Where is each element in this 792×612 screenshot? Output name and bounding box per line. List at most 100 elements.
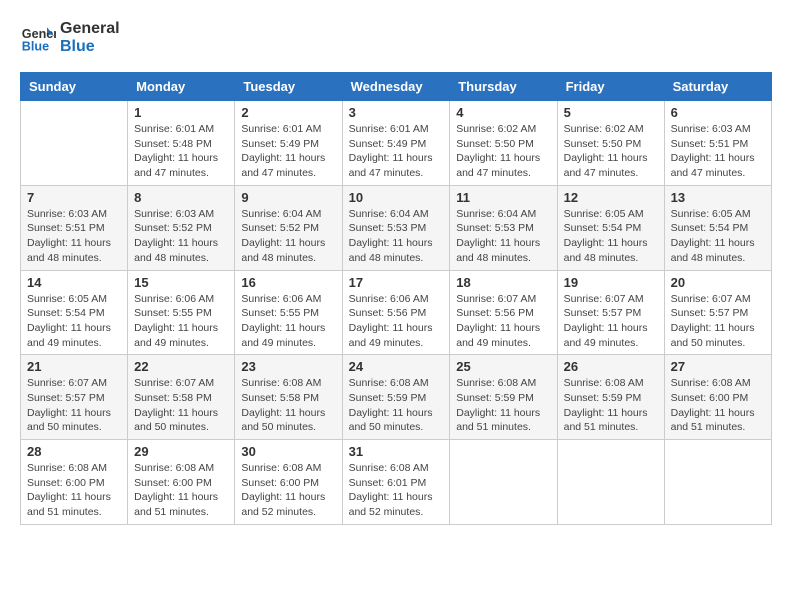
day-number: 5 xyxy=(564,105,658,120)
calendar-cell: 21 Sunrise: 6:07 AMSunset: 5:57 PMDayligh… xyxy=(21,355,128,440)
logo: General Blue General Blue xyxy=(20,20,120,56)
calendar-body: 1Sunrise: 6:01 AMSunset: 5:48 PMDaylight… xyxy=(21,101,772,525)
day-info: Sunrise: 6:08 AMSunset: 6:00 PMDaylight:… xyxy=(27,461,121,520)
calendar-table: SundayMondayTuesdayWednesdayThursdayFrid… xyxy=(20,72,772,525)
day-number: 14 xyxy=(27,275,121,290)
day-info: Sunrise: 6:08 AMSunset: 6:00 PMDaylight:… xyxy=(671,376,765,435)
day-info: Sunrise: 6:03 AMSunset: 5:52 PMDaylight:… xyxy=(134,207,228,266)
calendar-cell xyxy=(557,440,664,525)
svg-text:Blue: Blue xyxy=(22,40,49,54)
logo-icon: General Blue xyxy=(20,20,56,56)
day-info: Sunrise: 6:08 AMSunset: 6:01 PMDaylight:… xyxy=(349,461,444,520)
day-number: 13 xyxy=(671,190,765,205)
day-info: Sunrise: 6:06 AMSunset: 5:56 PMDaylight:… xyxy=(349,292,444,351)
logo-blue: Blue xyxy=(60,38,120,56)
day-number: 18 xyxy=(456,275,550,290)
calendar-cell: 13Sunrise: 6:05 AMSunset: 5:54 PMDayligh… xyxy=(664,185,771,270)
day-info: Sunrise: 6:04 AMSunset: 5:53 PMDaylight:… xyxy=(456,207,550,266)
day-number: 16 xyxy=(241,275,335,290)
calendar-cell: 28 Sunrise: 6:08 AMSunset: 6:00 PMDayligh… xyxy=(21,440,128,525)
calendar-cell: 6 Sunrise: 6:03 AMSunset: 5:51 PMDaylight… xyxy=(664,101,771,186)
day-number: 24 xyxy=(349,359,444,374)
day-number: 4 xyxy=(456,105,550,120)
calendar-cell xyxy=(21,101,128,186)
calendar-cell: 31 Sunrise: 6:08 AMSunset: 6:01 PMDayligh… xyxy=(342,440,450,525)
day-info: Sunrise: 6:06 AMSunset: 5:55 PMDaylight:… xyxy=(134,292,228,351)
day-number: 28 xyxy=(27,444,121,459)
day-info: Sunrise: 6:08 AMSunset: 5:59 PMDaylight:… xyxy=(456,376,550,435)
day-info: Sunrise: 6:01 AMSunset: 5:48 PMDaylight:… xyxy=(134,122,228,181)
day-number: 21 xyxy=(27,359,121,374)
calendar-cell: 5 Sunrise: 6:02 AMSunset: 5:50 PMDaylight… xyxy=(557,101,664,186)
calendar-header-row: SundayMondayTuesdayWednesdayThursdayFrid… xyxy=(21,73,772,101)
day-info: Sunrise: 6:08 AMSunset: 5:59 PMDaylight:… xyxy=(349,376,444,435)
day-of-week-header: Monday xyxy=(128,73,235,101)
day-number: 29 xyxy=(134,444,228,459)
calendar-cell: 20Sunrise: 6:07 AMSunset: 5:57 PMDayligh… xyxy=(664,270,771,355)
calendar-week-row: 28 Sunrise: 6:08 AMSunset: 6:00 PMDayligh… xyxy=(21,440,772,525)
calendar-cell: 4Sunrise: 6:02 AMSunset: 5:50 PMDaylight… xyxy=(450,101,557,186)
calendar-cell: 23Sunrise: 6:08 AMSunset: 5:58 PMDayligh… xyxy=(235,355,342,440)
calendar-week-row: 7 Sunrise: 6:03 AMSunset: 5:51 PMDaylight… xyxy=(21,185,772,270)
day-info: Sunrise: 6:04 AMSunset: 5:53 PMDaylight:… xyxy=(349,207,444,266)
calendar-cell: 8 Sunrise: 6:03 AMSunset: 5:52 PMDaylight… xyxy=(128,185,235,270)
day-info: Sunrise: 6:04 AMSunset: 5:52 PMDaylight:… xyxy=(241,207,335,266)
day-number: 22 xyxy=(134,359,228,374)
day-number: 26 xyxy=(564,359,658,374)
calendar-cell: 12 Sunrise: 6:05 AMSunset: 5:54 PMDayligh… xyxy=(557,185,664,270)
day-info: Sunrise: 6:07 AMSunset: 5:56 PMDaylight:… xyxy=(456,292,550,351)
calendar-cell: 24 Sunrise: 6:08 AMSunset: 5:59 PMDayligh… xyxy=(342,355,450,440)
calendar-cell: 7 Sunrise: 6:03 AMSunset: 5:51 PMDaylight… xyxy=(21,185,128,270)
calendar-cell: 29Sunrise: 6:08 AMSunset: 6:00 PMDayligh… xyxy=(128,440,235,525)
day-number: 19 xyxy=(564,275,658,290)
calendar-cell: 2 Sunrise: 6:01 AMSunset: 5:49 PMDaylight… xyxy=(235,101,342,186)
day-of-week-header: Saturday xyxy=(664,73,771,101)
calendar-cell: 27 Sunrise: 6:08 AMSunset: 6:00 PMDayligh… xyxy=(664,355,771,440)
day-number: 2 xyxy=(241,105,335,120)
day-info: Sunrise: 6:05 AMSunset: 5:54 PMDaylight:… xyxy=(27,292,121,351)
day-info: Sunrise: 6:07 AMSunset: 5:57 PMDaylight:… xyxy=(671,292,765,351)
calendar-cell: 18 Sunrise: 6:07 AMSunset: 5:56 PMDayligh… xyxy=(450,270,557,355)
day-info: Sunrise: 6:03 AMSunset: 5:51 PMDaylight:… xyxy=(27,207,121,266)
calendar-cell: 1Sunrise: 6:01 AMSunset: 5:48 PMDaylight… xyxy=(128,101,235,186)
day-info: Sunrise: 6:03 AMSunset: 5:51 PMDaylight:… xyxy=(671,122,765,181)
calendar-cell xyxy=(664,440,771,525)
day-of-week-header: Tuesday xyxy=(235,73,342,101)
calendar-cell: 11Sunrise: 6:04 AMSunset: 5:53 PMDayligh… xyxy=(450,185,557,270)
day-info: Sunrise: 6:06 AMSunset: 5:55 PMDaylight:… xyxy=(241,292,335,351)
calendar-week-row: 1Sunrise: 6:01 AMSunset: 5:48 PMDaylight… xyxy=(21,101,772,186)
day-of-week-header: Wednesday xyxy=(342,73,450,101)
day-number: 9 xyxy=(241,190,335,205)
day-info: Sunrise: 6:05 AMSunset: 5:54 PMDaylight:… xyxy=(564,207,658,266)
day-info: Sunrise: 6:01 AMSunset: 5:49 PMDaylight:… xyxy=(241,122,335,181)
calendar-cell: 22 Sunrise: 6:07 AMSunset: 5:58 PMDayligh… xyxy=(128,355,235,440)
day-info: Sunrise: 6:07 AMSunset: 5:58 PMDaylight:… xyxy=(134,376,228,435)
day-number: 25 xyxy=(456,359,550,374)
calendar-cell: 3Sunrise: 6:01 AMSunset: 5:49 PMDaylight… xyxy=(342,101,450,186)
day-number: 7 xyxy=(27,190,121,205)
calendar-cell: 10 Sunrise: 6:04 AMSunset: 5:53 PMDayligh… xyxy=(342,185,450,270)
day-info: Sunrise: 6:08 AMSunset: 6:00 PMDaylight:… xyxy=(241,461,335,520)
calendar-cell xyxy=(450,440,557,525)
day-number: 30 xyxy=(241,444,335,459)
day-info: Sunrise: 6:08 AMSunset: 5:58 PMDaylight:… xyxy=(241,376,335,435)
day-of-week-header: Thursday xyxy=(450,73,557,101)
day-of-week-header: Sunday xyxy=(21,73,128,101)
day-number: 10 xyxy=(349,190,444,205)
day-info: Sunrise: 6:01 AMSunset: 5:49 PMDaylight:… xyxy=(349,122,444,181)
day-number: 12 xyxy=(564,190,658,205)
calendar-cell: 16 Sunrise: 6:06 AMSunset: 5:55 PMDayligh… xyxy=(235,270,342,355)
calendar-cell: 14 Sunrise: 6:05 AMSunset: 5:54 PMDayligh… xyxy=(21,270,128,355)
day-number: 8 xyxy=(134,190,228,205)
calendar-week-row: 21 Sunrise: 6:07 AMSunset: 5:57 PMDayligh… xyxy=(21,355,772,440)
day-info: Sunrise: 6:07 AMSunset: 5:57 PMDaylight:… xyxy=(27,376,121,435)
day-info: Sunrise: 6:07 AMSunset: 5:57 PMDaylight:… xyxy=(564,292,658,351)
calendar-cell: 15Sunrise: 6:06 AMSunset: 5:55 PMDayligh… xyxy=(128,270,235,355)
calendar-cell: 25 Sunrise: 6:08 AMSunset: 5:59 PMDayligh… xyxy=(450,355,557,440)
day-number: 31 xyxy=(349,444,444,459)
day-number: 27 xyxy=(671,359,765,374)
day-info: Sunrise: 6:02 AMSunset: 5:50 PMDaylight:… xyxy=(564,122,658,181)
day-number: 6 xyxy=(671,105,765,120)
calendar-cell: 26Sunrise: 6:08 AMSunset: 5:59 PMDayligh… xyxy=(557,355,664,440)
calendar-cell: 19 Sunrise: 6:07 AMSunset: 5:57 PMDayligh… xyxy=(557,270,664,355)
